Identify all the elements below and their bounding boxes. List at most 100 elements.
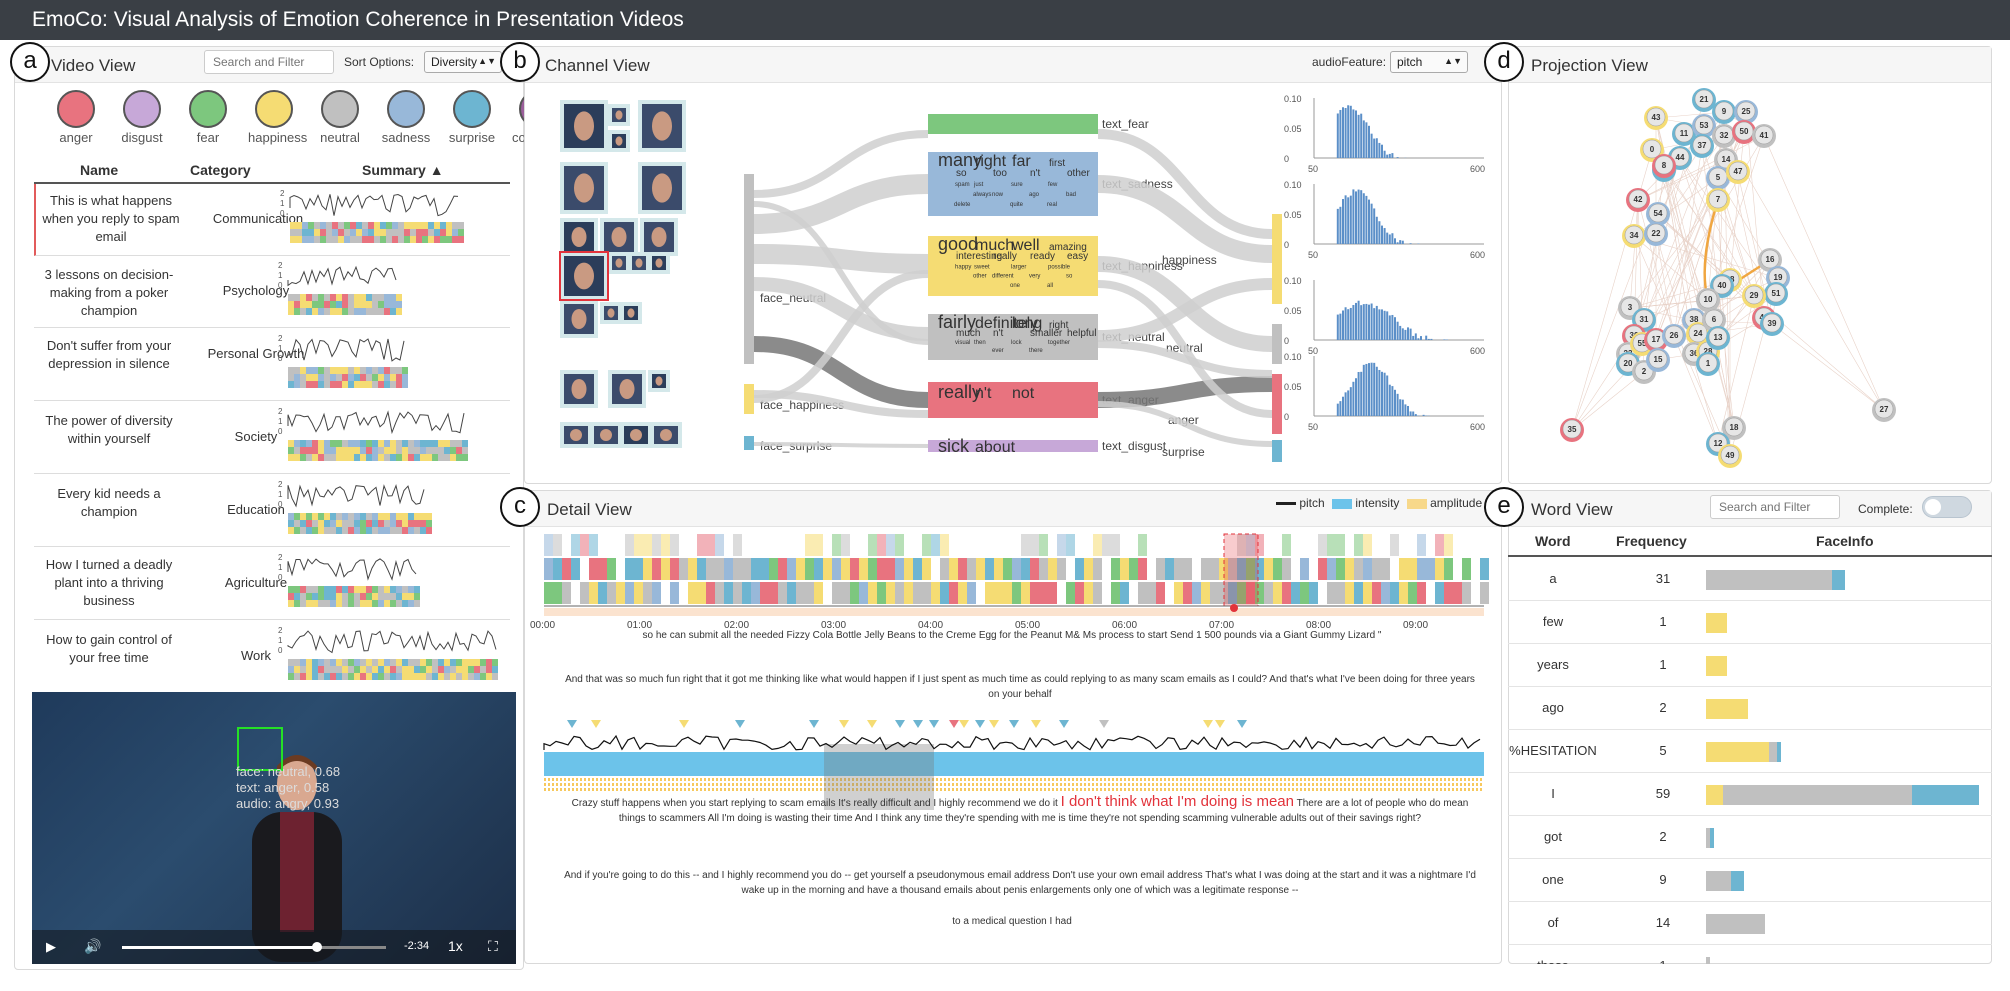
amplitude-dot <box>772 788 774 791</box>
emotion-cell <box>324 374 330 381</box>
emotion-cell <box>446 229 452 236</box>
emotion-strip-cell <box>616 582 625 604</box>
amplitude-dot <box>1152 778 1154 781</box>
emotion-cell <box>312 513 318 520</box>
amplitude-dot <box>1096 783 1098 786</box>
emotion-cell <box>300 520 306 527</box>
amplitude-dot <box>628 783 630 786</box>
word-row[interactable]: of 14 <box>1508 902 1992 945</box>
amplitude-dot <box>780 778 782 781</box>
emotion-cell <box>378 520 384 527</box>
emotion-cell <box>318 454 324 461</box>
video-row[interactable]: Don't suffer from your depression in sil… <box>34 329 510 401</box>
emotion-cell <box>426 440 432 447</box>
emotion-cell <box>408 520 414 527</box>
emotion-cell <box>336 513 342 520</box>
cloud-word: happy <box>955 264 971 270</box>
column-frequency[interactable]: Frequency <box>1616 533 1687 549</box>
word-row[interactable]: %HESITATION 5 <box>1508 730 1992 773</box>
amplitude-dot <box>1420 783 1422 786</box>
word-row[interactable]: years 1 <box>1508 644 1992 687</box>
video-name: How to gain control of your free time <box>46 632 172 665</box>
emotion-strip-cell <box>940 558 949 580</box>
hist-bar <box>1339 401 1342 416</box>
transcript-highlight: I don't think what I'm doing is mean <box>1060 793 1294 810</box>
word-row[interactable]: ago 2 <box>1508 687 1992 730</box>
video-name: Every kid needs a champion <box>57 486 161 519</box>
word-search-input[interactable] <box>1710 495 1840 519</box>
word-row[interactable]: those1 <box>1508 945 1992 964</box>
emotion-cell <box>396 447 402 454</box>
sort-options-select[interactable]: Diversity ▲▼ <box>424 51 502 73</box>
amplitude-dot <box>728 788 730 791</box>
axis-tick: 1 <box>278 344 283 353</box>
emotion-cell <box>432 454 438 461</box>
hist-bar <box>1375 366 1378 416</box>
hist-bar <box>1370 362 1373 416</box>
complete-toggle[interactable] <box>1922 496 1972 518</box>
word-row[interactable]: I 59 <box>1508 773 1992 816</box>
amplitude-dot <box>1236 783 1238 786</box>
projection-node-label: 10 <box>1704 295 1713 304</box>
amplitude-dot <box>1004 788 1006 791</box>
word-row[interactable]: a 31 <box>1508 558 1992 601</box>
video-row[interactable]: 3 lessons on decision-making from a poke… <box>34 256 510 328</box>
fullscreen-icon[interactable]: ⛶ <box>488 938 498 955</box>
projection-node-label: 31 <box>1640 315 1649 324</box>
emotion-strip-cell <box>1327 582 1336 604</box>
emotion-strip-cell <box>1453 582 1462 604</box>
hist-bar <box>1352 189 1355 244</box>
emotion-cell <box>390 673 396 680</box>
amplitude-dot <box>1292 788 1294 791</box>
emotion-cell <box>288 447 294 454</box>
emotion-triangle <box>1059 720 1069 728</box>
amplitude-dot <box>1272 788 1274 791</box>
video-search-input[interactable] <box>204 50 334 74</box>
emotion-cell <box>324 440 330 447</box>
word-row[interactable]: few 1 <box>1508 601 1992 644</box>
emotion-cell <box>434 222 440 229</box>
amplitude-dot <box>1288 778 1290 781</box>
word-row[interactable]: got 2 <box>1508 816 1992 859</box>
emotion-disgust: disgust <box>116 90 168 145</box>
emotion-strip-cell <box>832 534 841 556</box>
play-icon[interactable]: ▶ <box>46 939 56 955</box>
audio-feature-select[interactable]: pitch ▲▼ <box>1390 51 1468 73</box>
playback-speed[interactable]: 1x <box>448 938 463 954</box>
video-row[interactable]: Every kid needs a champion Education 2 1 0 <box>34 475 510 547</box>
emotion-triangle <box>679 720 689 728</box>
column-faceinfo[interactable]: FaceInfo <box>1816 533 1874 549</box>
cloud-word: far <box>1012 153 1031 170</box>
emotion-strip-cell <box>1318 558 1327 580</box>
sort-options-label: Sort Options: <box>344 55 415 69</box>
column-word[interactable]: Word <box>1535 533 1571 549</box>
video-row[interactable]: The power of diversity within yourself So… <box>34 402 510 474</box>
faceinfo-segment-surprise <box>1777 742 1782 762</box>
summary-sparkline: 210 <box>278 334 408 388</box>
column-category[interactable]: Category <box>190 162 251 178</box>
emotion-cell <box>294 673 300 680</box>
emotion-strip-cell <box>1165 558 1174 580</box>
emotion-strip-cell <box>1354 558 1363 580</box>
volume-icon[interactable]: 🔊 <box>84 938 101 955</box>
emotion-strip-cell <box>1084 558 1093 580</box>
amplitude-dot <box>956 788 958 791</box>
emotion-strip-cell <box>1372 582 1381 604</box>
video-row[interactable]: How to gain control of your free time Wor… <box>34 621 510 693</box>
video-row[interactable]: This is what happens when you reply to s… <box>34 184 510 256</box>
amplitude-dot <box>1124 788 1126 791</box>
emotion-cell <box>348 513 354 520</box>
seek-bar[interactable] <box>122 942 386 952</box>
video-player[interactable]: face: neutral, 0.68 text: anger, 0.58 au… <box>32 692 516 964</box>
column-name[interactable]: Name <box>80 162 118 178</box>
column-summary[interactable]: Summary ▲ <box>362 162 444 178</box>
emotion-cell <box>308 229 314 236</box>
face-shape <box>571 227 587 247</box>
amplitude-dot <box>1096 778 1098 781</box>
video-row[interactable]: How I turned a deadly plant into a thriv… <box>34 548 510 620</box>
text-node-label: text_fear <box>1102 117 1149 131</box>
word-row[interactable]: one 9 <box>1508 859 1992 902</box>
seek-handle[interactable] <box>312 942 323 952</box>
projection-node-label: 16 <box>1766 255 1775 264</box>
emotion-cell <box>396 520 402 527</box>
